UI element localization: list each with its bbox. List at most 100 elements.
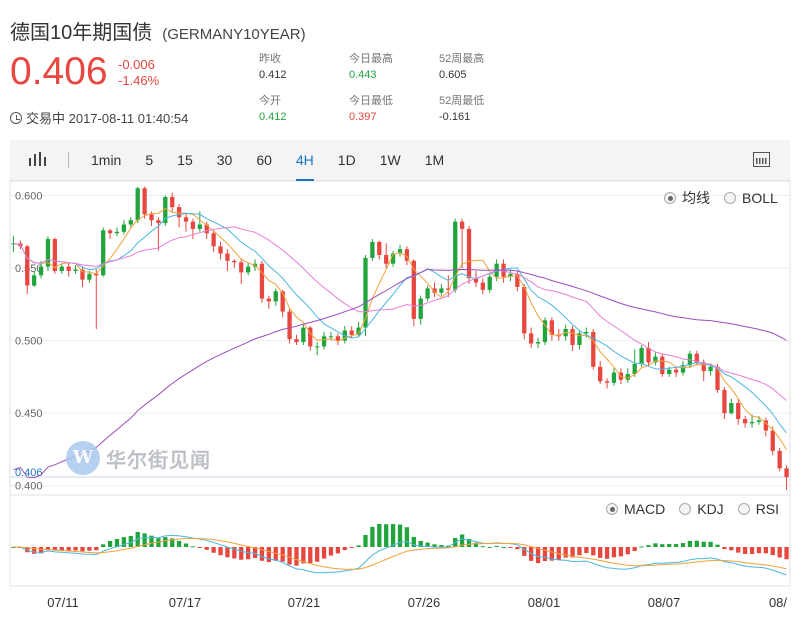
stat-day-high: 今日最高 0.443 <box>349 51 393 83</box>
tab-timeframe-1m[interactable]: 1M <box>413 140 456 181</box>
tab-timeframe-5[interactable]: 5 <box>133 140 165 181</box>
tab-timeframe-1w[interactable]: 1W <box>368 140 413 181</box>
macd-bar <box>611 547 617 558</box>
tab-timeframe-4h[interactable]: 4H <box>284 140 326 181</box>
macd-bar <box>225 547 230 558</box>
radio-rsi-indicator[interactable] <box>737 503 750 515</box>
change-percent: -1.46% <box>118 73 160 88</box>
candle-body <box>25 246 30 286</box>
tab-timeframe-1min[interactable]: 1min <box>79 140 133 181</box>
macd-bar <box>80 547 85 552</box>
radio-kdj[interactable]: KDJ <box>679 501 724 517</box>
radio-macd-label: MACD <box>624 501 666 517</box>
macd-bar <box>390 524 396 547</box>
macd-bar <box>756 547 762 554</box>
macd-bar <box>101 544 106 547</box>
candle-body <box>384 255 389 264</box>
macd-bar <box>542 547 548 562</box>
macd-bar <box>515 547 520 550</box>
macd-bar <box>673 544 679 547</box>
candle-body <box>301 327 306 343</box>
stat-label: 52周最高 <box>439 53 485 65</box>
radio-rsi[interactable]: RSI <box>737 501 779 517</box>
tab-timeframe-15[interactable]: 15 <box>165 140 205 181</box>
macd-bar <box>480 546 485 548</box>
stat-value: 0.443 <box>349 69 377 81</box>
stat-label: 昨收 <box>259 53 281 65</box>
macd-bar <box>363 534 368 547</box>
candle-body <box>273 291 278 302</box>
candle-body <box>149 214 154 221</box>
candle-body <box>259 263 265 299</box>
macd-bar <box>598 547 603 558</box>
macd-bar <box>701 541 706 547</box>
toolbar-divider <box>68 152 69 168</box>
macd-bar <box>639 546 644 548</box>
macd-bar <box>694 540 699 547</box>
tab-timeframe-1d[interactable]: 1D <box>326 140 368 181</box>
macd-bar <box>218 547 223 556</box>
macd-bar <box>66 547 71 551</box>
candle-body <box>522 286 527 334</box>
tab-timeframe-60[interactable]: 60 <box>244 140 284 181</box>
macd-bar <box>742 547 748 554</box>
radio-kdj-indicator[interactable] <box>679 503 692 515</box>
candle-body <box>466 228 472 279</box>
candle-body <box>176 207 182 218</box>
candle-body <box>598 366 603 382</box>
radio-ma[interactable]: 均线 <box>664 188 710 208</box>
macd-bar <box>183 543 189 547</box>
x-tick-label: 07/17 <box>169 595 202 610</box>
stat-value: 0.605 <box>439 69 467 81</box>
candle-body <box>135 188 140 221</box>
candle-body <box>377 241 382 256</box>
stat-label: 今日最高 <box>349 53 393 65</box>
radio-macd-indicator[interactable] <box>606 503 618 515</box>
overlay-selector: 均线 BOLL <box>650 188 778 208</box>
radio-boll-indicator[interactable] <box>724 192 736 204</box>
macd-bar <box>342 547 347 551</box>
macd-bar <box>211 547 216 553</box>
candle-body <box>142 188 147 215</box>
candle-body <box>321 336 327 347</box>
candle-body <box>604 381 610 383</box>
candle-body <box>225 253 230 261</box>
candle-body <box>38 266 44 276</box>
candle-body <box>722 389 727 414</box>
macd-bar <box>266 547 271 563</box>
macd-bar <box>197 547 202 548</box>
candle-body <box>660 356 665 375</box>
macd-bar <box>73 547 78 551</box>
price-change: -0.006 -1.46% <box>118 57 159 89</box>
macd-bar <box>501 546 506 548</box>
radio-boll[interactable]: BOLL <box>724 190 778 206</box>
chart-settings-icon[interactable] <box>753 152 770 167</box>
stat-prev-close: 昨收 0.412 <box>259 51 287 83</box>
radio-ma-indicator[interactable] <box>664 192 676 204</box>
macd-bar <box>384 524 389 547</box>
macd-bar <box>784 547 789 560</box>
tab-timeframe-30[interactable]: 30 <box>205 140 245 181</box>
macd-bar <box>239 547 244 560</box>
stat-52w-low: 52周最低 -0.161 <box>439 93 484 125</box>
candle-body <box>73 269 78 271</box>
radio-macd[interactable]: MACD <box>606 501 665 517</box>
candle-body <box>294 339 299 343</box>
candlestick-type-icon[interactable] <box>28 152 50 168</box>
candle-body <box>218 246 223 254</box>
x-tick-label: 08/07 <box>648 595 681 610</box>
candle-body <box>480 282 485 290</box>
candle-body <box>459 221 465 229</box>
stat-52w-high: 52周最高 0.605 <box>439 51 484 83</box>
quote-page: 德国10年期国债 (GERMANY10YEAR) 0.406 -0.006 -1… <box>0 0 802 625</box>
candle-body <box>101 230 106 276</box>
candle-body <box>639 347 644 364</box>
candle-body <box>756 420 762 422</box>
price-chart[interactable]: 0.6000.5500.5000.4500.4000.40607/1107/17… <box>0 181 802 625</box>
macd-bar <box>584 547 589 554</box>
candle-body <box>349 330 354 335</box>
macd-bar <box>708 541 713 547</box>
candle-body <box>611 372 617 383</box>
macd-bar <box>577 547 582 556</box>
macd-bar <box>321 547 327 559</box>
